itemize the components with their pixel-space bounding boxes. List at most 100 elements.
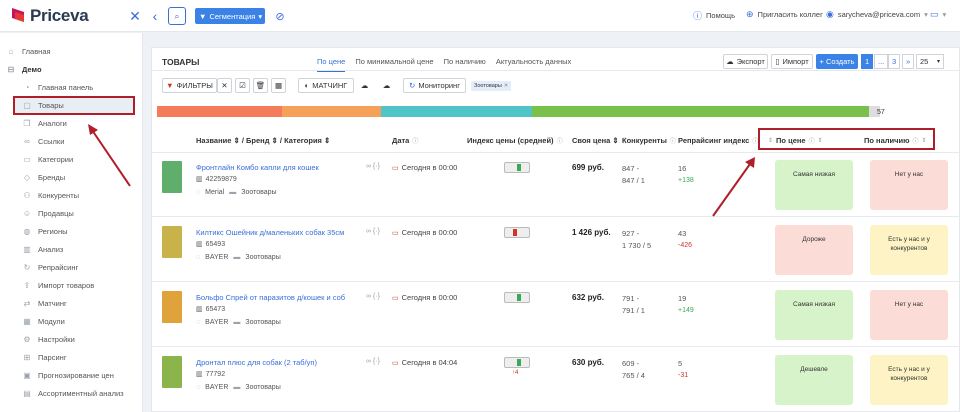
last-updated: ▭ Сегодня в 04:04	[392, 358, 458, 367]
sidebar-item-forecast[interactable]: ▣ Прогнозирование цен	[22, 366, 114, 384]
last-updated: ▭ Сегодня в 00:00	[392, 293, 458, 302]
filter-tag[interactable]: Зоотовары ✕	[471, 81, 512, 91]
col-name[interactable]: Название ⇕ / Бренд ⇕ / Категория ⇕	[196, 136, 330, 145]
price-index-marker	[517, 294, 522, 301]
clock-icon: ▭	[392, 164, 399, 172]
link-icon[interactable]: ∞ {·}	[366, 228, 380, 235]
sidebar-item-import[interactable]: ⇪ Импорт товаров	[22, 276, 95, 294]
per-page-select[interactable]: 25 ▾	[916, 54, 944, 69]
create-button[interactable]: + Создать	[816, 54, 858, 69]
sidebar-item-matching[interactable]: ⇄ Матчинг	[22, 294, 67, 312]
barcode-icon: ▥	[196, 176, 203, 183]
table-row[interactable]: Килтикс Ошейник д/маленьких собак 35см ▥…	[152, 218, 960, 282]
sidebar-item-repricing[interactable]: ↻ Репрайсинг	[22, 258, 79, 276]
repricing-index: 43 -426	[678, 229, 693, 249]
sidebar-item-regions[interactable]: ◍ Регионы	[22, 222, 68, 240]
link-icon[interactable]: ∞ {·}	[366, 358, 380, 365]
sidebar-item-categories[interactable]: ▭ Категории	[22, 150, 73, 168]
help-link[interactable]: ⓘ Помощь	[693, 9, 735, 22]
user-menu[interactable]: ◉ sarycheva@priceva.com ▾	[826, 9, 928, 20]
filters-button[interactable]: ▼ ФИЛЬТРЫ	[162, 78, 217, 93]
matching-button[interactable]: ◐ МАТЧИНГ	[298, 78, 354, 93]
table-row[interactable]: Фронтлайн Комбо капли для кошек ▥ 422598…	[152, 153, 960, 217]
price-distribution-bar	[157, 106, 869, 117]
sidebar: ⌂ Главная ⊟ Демо ◔ Главная панель ▢ Това…	[0, 33, 143, 412]
product-image[interactable]	[162, 291, 182, 323]
match-icon: ⇄	[23, 298, 31, 308]
clock-icon: ▭	[392, 359, 399, 367]
users-icon: ⚇	[23, 190, 31, 200]
page-3[interactable]: 3	[888, 54, 901, 69]
sidebar-item-home[interactable]: ⌂ Главная	[6, 42, 51, 60]
product-name[interactable]: Больфо Спрей от паразитов д/кошек и соб	[196, 293, 345, 302]
link-icon[interactable]: ∞ {·}	[366, 163, 380, 170]
sidebar-item-analysis[interactable]: ▥ Анализ	[22, 240, 63, 258]
calendar-icon[interactable]: ▦	[271, 78, 286, 93]
price-index-change: ↑4	[512, 370, 519, 376]
export-button[interactable]: ☁ Экспорт	[723, 54, 768, 69]
product-image[interactable]	[162, 356, 182, 388]
clear-filter-icon[interactable]: ✕	[217, 78, 232, 93]
price-index-marker	[517, 164, 522, 171]
chevron-down-icon: ▾	[258, 11, 263, 21]
cloud-off-icon[interactable]: ☁	[379, 78, 394, 93]
table-row[interactable]: Больфо Спрей от паразитов д/кошек и соб …	[152, 283, 960, 347]
table-row[interactable]: Дронтал плюс для собак (2 таб/уп) ▥ 7779…	[152, 348, 960, 412]
search-icon[interactable]: ⌕	[168, 7, 186, 25]
col-date[interactable]: Дата ⓘ	[392, 136, 418, 145]
page-1[interactable]: 1	[861, 54, 874, 69]
sidebar-item-settings[interactable]: ⚙ Настройки	[22, 330, 74, 348]
filter-icon: ▼	[199, 11, 207, 21]
product-name[interactable]: Фронтлайн Комбо капли для кошек	[196, 163, 319, 172]
link-icon[interactable]: ∞ {·}	[366, 293, 380, 300]
cloud-upload-icon[interactable]: ☁	[357, 78, 372, 93]
check-icon[interactable]: ☑	[235, 78, 250, 93]
col-own-price[interactable]: Своя цена ⇕ ⓘ	[572, 136, 628, 145]
repricing-index: 5 -31	[678, 359, 689, 379]
page-next[interactable]: »	[902, 54, 915, 69]
module-icon: ▦	[23, 316, 31, 326]
close-icon: ✕	[503, 83, 509, 89]
segmentation-button[interactable]: ▼ Сегментация ▾	[195, 8, 265, 24]
price-index-marker	[512, 229, 517, 236]
page-ellipsis[interactable]: ...	[874, 54, 889, 69]
product-name[interactable]: Килтикс Ошейник д/маленьких собак 35см	[196, 228, 344, 237]
header-divider	[152, 70, 960, 71]
product-image[interactable]	[162, 161, 182, 193]
sidebar-item-links[interactable]: ∞ Ссылки	[22, 132, 64, 150]
logo[interactable]: Priceva	[8, 6, 89, 26]
sidebar-item-modules[interactable]: ▦ Модули	[22, 312, 65, 330]
page-title: ТОВАРЫ	[162, 57, 200, 67]
products-card: ТОВАРЫ По цене По минимальной цене По на…	[151, 47, 960, 412]
logo-text: Priceva	[30, 6, 89, 25]
help-icon: ⓘ	[693, 11, 703, 21]
sidebar-item-sellers[interactable]: ☺ Продавцы	[22, 204, 74, 222]
sidebar-item-competitors[interactable]: ⚇ Конкуренты	[22, 186, 79, 204]
sidebar-item-parsing[interactable]: ⊞ Парсинг	[22, 348, 67, 366]
display-menu[interactable]: ▭ ▾	[930, 9, 946, 20]
trash-icon[interactable]: 🗑	[253, 78, 268, 93]
sidebar-item-demo[interactable]: ⊟ Демо	[6, 60, 42, 78]
chevron-left-icon[interactable]: ‹	[148, 7, 162, 25]
sidebar-item-assortment[interactable]: ▤ Ассортиментный анализ	[22, 384, 123, 402]
product-image[interactable]	[162, 226, 182, 258]
col-repricing[interactable]: Репрайсинг индекс ⓘ	[678, 136, 758, 145]
last-updated: ▭ Сегодня в 00:00	[392, 228, 458, 237]
col-competitors[interactable]: Конкуренты ⓘ	[622, 136, 676, 145]
product-name[interactable]: Дронтал плюс для собак (2 таб/уп)	[196, 358, 317, 367]
sidebar-item-dashboard[interactable]: ◔ Главная панель	[22, 78, 94, 96]
col-index[interactable]: Индекс цены (средней) ⓘ	[467, 136, 563, 145]
sidebar-item-brands[interactable]: ◇ Бренды	[22, 168, 65, 186]
close-menu-icon[interactable]: ✕	[128, 7, 142, 25]
no-sync-icon[interactable]: ⊘	[272, 7, 288, 25]
product-meta: ◌ BAYER ▬ Зоотовары	[196, 384, 281, 391]
product-code: ▥ 65493	[196, 240, 226, 249]
monitoring-button[interactable]: ↻ Мониторинг	[403, 78, 466, 93]
availability-status: Есть у нас и у конкурентов	[870, 355, 948, 405]
import-button[interactable]: ▯ Импорт	[771, 54, 813, 69]
invite-link[interactable]: ⊕ Пригласить коллег	[746, 9, 823, 20]
sidebar-item-products[interactable]: ▢ Товары	[22, 96, 64, 114]
user-icon: ☺	[22, 208, 32, 218]
sidebar-item-analogs[interactable]: ❐ Аналоги	[22, 114, 66, 132]
upload-icon: ⇪	[23, 280, 31, 290]
